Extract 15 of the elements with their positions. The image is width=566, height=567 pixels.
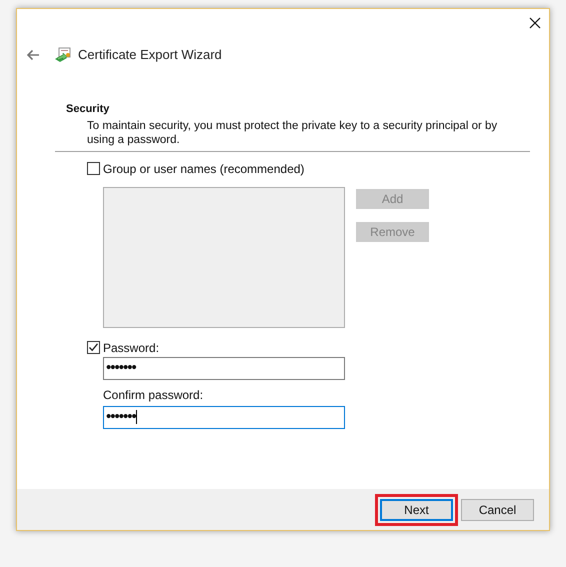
window-title: Certificate Export Wizard bbox=[78, 46, 222, 64]
checkbox-label: Group or user names (recommended) bbox=[103, 160, 304, 178]
checkbox-label: Password: bbox=[103, 340, 160, 356]
dialog-button[interactable]: Cancel bbox=[461, 498, 534, 520]
dialog-button[interactable]: Next bbox=[380, 498, 453, 520]
section-description: To maintain security, you must protect the private key to a security principal or by using a password. bbox=[86, 118, 498, 146]
field-label: Confirm password: bbox=[103, 386, 204, 404]
checkbox[interactable] bbox=[87, 341, 100, 354]
password-field[interactable]: ••••••• bbox=[103, 406, 345, 428]
password-field[interactable]: ••••••• bbox=[103, 356, 345, 380]
back-arrow-icon[interactable] bbox=[26, 49, 40, 61]
checkbox[interactable] bbox=[87, 162, 100, 175]
certificate-icon bbox=[54, 46, 72, 64]
section-heading: Security bbox=[66, 102, 110, 117]
close-icon[interactable] bbox=[529, 17, 541, 29]
